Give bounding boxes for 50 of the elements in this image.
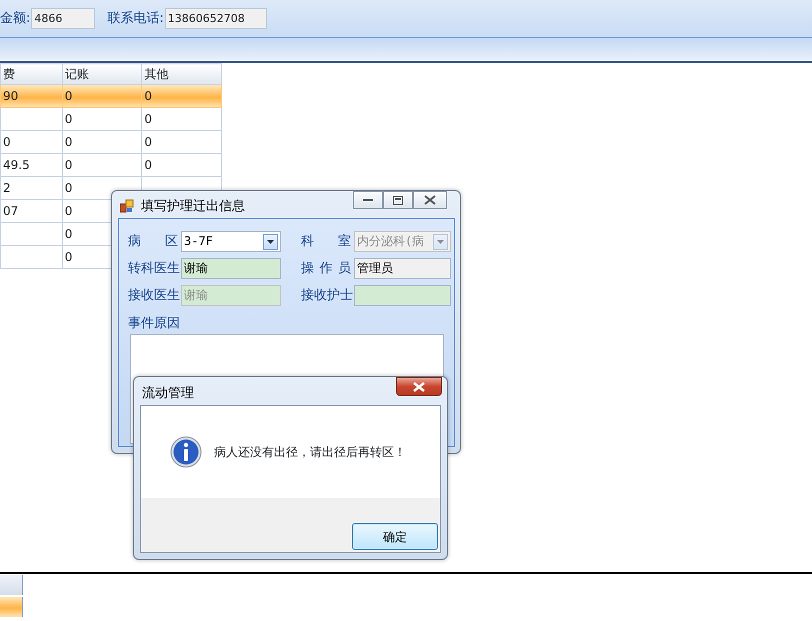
input-field[interactable]: 13860652708 [164, 8, 267, 29]
field-label: 接收护士 [301, 286, 351, 305]
input-field[interactable]: 谢瑜 [181, 258, 281, 279]
field-label: 金额: [0, 10, 30, 28]
table-cell: 0 [64, 112, 72, 126]
table-cell: 0 [64, 181, 72, 195]
dropdown-field[interactable]: 3-7F [181, 231, 281, 252]
table-cell: 0 [64, 135, 72, 149]
close-icon [413, 382, 425, 392]
message-text: 病人还没有出径，请出径后再转区！ [214, 444, 406, 461]
window-title: 填写护理迁出信息 [141, 198, 245, 216]
table-cell: 2 [3, 181, 11, 195]
table-cell: 0 [3, 135, 11, 149]
table-cell: 0 [64, 227, 72, 241]
minimize-button[interactable] [353, 191, 383, 209]
maximize-button[interactable] [383, 191, 413, 209]
close-icon [424, 195, 436, 205]
field-label: 操 作 员 [301, 260, 351, 278]
table-cell: 07 [3, 204, 18, 218]
field-label: 科 室 [301, 232, 351, 251]
info-icon [170, 436, 202, 468]
field-label: 事件原因 [127, 315, 180, 333]
table-cell: 0 [64, 89, 72, 103]
ok-button[interactable]: 确定 [352, 523, 438, 550]
column-header[interactable]: 记账 [62, 64, 142, 84]
field-label: 联系电话: [107, 10, 164, 28]
column-header[interactable]: 其他 [142, 64, 222, 84]
close-button[interactable] [396, 377, 442, 396]
input-field[interactable]: 4866 [31, 8, 96, 29]
table-cell: 90 [3, 89, 18, 103]
minimize-icon [363, 198, 373, 202]
column-header[interactable]: 费 [0, 64, 62, 84]
table-cell: 0 [64, 158, 72, 172]
field-label: 病 区 [128, 232, 178, 251]
table-cell: 49.5 [3, 158, 30, 172]
maximize-icon [393, 196, 403, 204]
table-cell: 0 [144, 89, 152, 103]
table-cell: 0 [144, 158, 152, 172]
field-label: 接收医生 [128, 286, 178, 305]
table-cell: 0 [64, 204, 72, 218]
close-button[interactable] [413, 191, 447, 209]
input-field[interactable]: 管理员 [354, 258, 451, 279]
dropdown-icon[interactable] [263, 234, 278, 250]
window-title: 流动管理 [142, 385, 194, 403]
table-cell: 0 [144, 135, 152, 149]
input-field[interactable] [354, 285, 451, 306]
table-cell: 0 [144, 112, 152, 126]
table-cell: 0 [64, 250, 72, 264]
app-icon [120, 199, 134, 213]
field-label: 转科医生 [128, 260, 178, 278]
